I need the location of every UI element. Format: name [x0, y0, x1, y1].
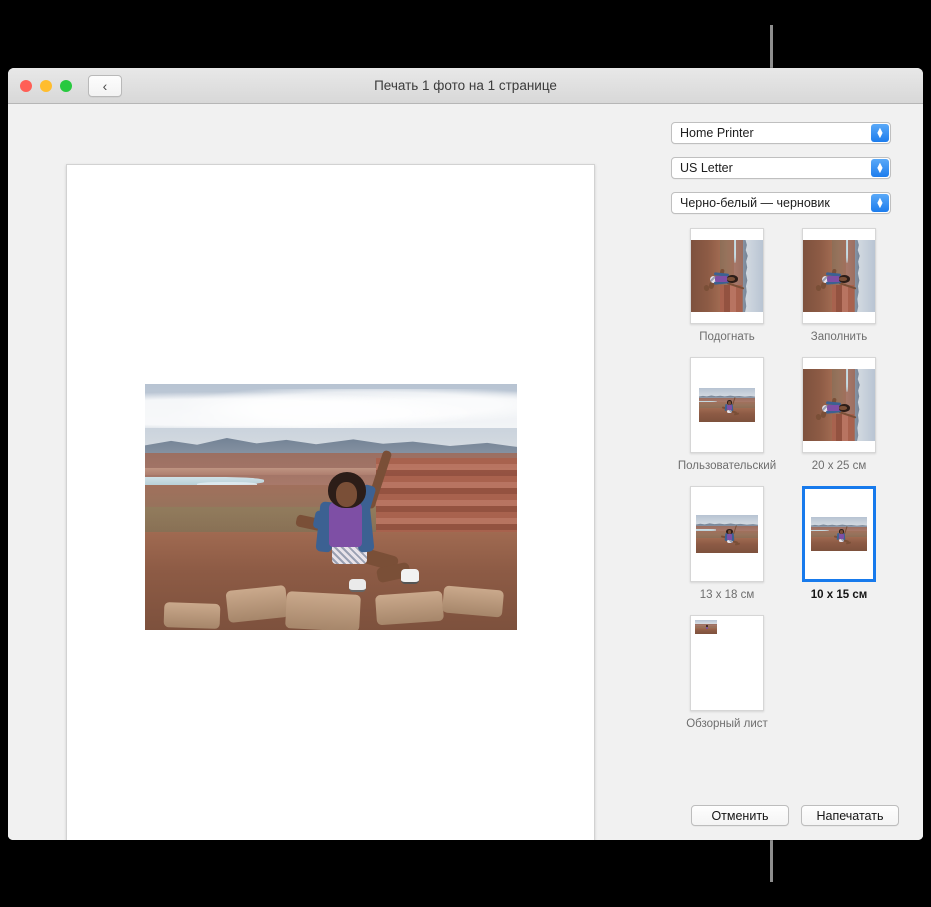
preview-page [66, 164, 595, 840]
print-options-sidebar: Home Printer ▲▼ US Letter ▲▼ Черно-белый… [653, 104, 923, 840]
preview-photo [144, 383, 518, 631]
layout-option-label: Обзорный лист [686, 718, 768, 730]
layout-thumbnail [802, 486, 876, 582]
paper-size-popup[interactable]: US Letter ▲▼ [671, 157, 891, 179]
layout-option-fill[interactable]: Заполнить [783, 228, 895, 343]
page-title: Печать 1 фото на 1 странице [8, 78, 923, 93]
print-dialog-window: ‹ Печать 1 фото на 1 странице [8, 68, 923, 840]
close-icon[interactable] [20, 80, 32, 92]
layout-option-label: Пользовательский [678, 460, 776, 472]
layout-option-label: 20 x 25 см [812, 460, 867, 472]
layout-option-label: 10 x 15 см [811, 589, 867, 601]
chevron-updown-icon[interactable]: ▲▼ [871, 194, 889, 212]
layout-option-custom[interactable]: Пользовательский [671, 357, 783, 472]
paper-size-popup-value: US Letter [680, 161, 733, 175]
print-button[interactable]: Напечатать [801, 805, 899, 826]
printer-popup[interactable]: Home Printer ▲▼ [671, 122, 891, 144]
cancel-button[interactable]: Отменить [691, 805, 789, 826]
layout-thumbnail [802, 228, 876, 324]
print-quality-popup[interactable]: Черно-белый — черновик ▲▼ [671, 192, 891, 214]
layout-thumbnail [690, 357, 764, 453]
zoom-icon[interactable] [60, 80, 72, 92]
layout-thumbnail [802, 357, 876, 453]
printer-popup-value: Home Printer [680, 126, 754, 140]
layout-option-10x15[interactable]: 10 x 15 см [783, 486, 895, 601]
chevron-left-icon: ‹ [103, 79, 108, 93]
dialog-body: Home Printer ▲▼ US Letter ▲▼ Черно-белый… [8, 104, 923, 840]
traffic-lights [20, 80, 72, 92]
print-preview-pane [8, 104, 653, 840]
window-titlebar: ‹ Печать 1 фото на 1 странице [8, 68, 923, 104]
person-figure [294, 438, 420, 605]
layout-option-contact-sheet[interactable]: Обзорный лист [671, 615, 783, 730]
chevron-updown-icon[interactable]: ▲▼ [871, 124, 889, 142]
layout-thumbnail [690, 228, 764, 324]
layout-option-label: Заполнить [811, 331, 867, 343]
layout-options-grid: Подогнать Заполнить Пользовательский [671, 228, 895, 744]
layout-option-20x25[interactable]: 20 x 25 см [783, 357, 895, 472]
screenshot-stage: ‹ Печать 1 фото на 1 странице [0, 0, 931, 907]
layout-option-label: 13 x 18 см [700, 589, 755, 601]
dialog-footer: Отменить Напечатать [653, 805, 923, 826]
canyon-photo [145, 384, 517, 630]
chevron-updown-icon[interactable]: ▲▼ [871, 159, 889, 177]
layout-option-13x18[interactable]: 13 x 18 см [671, 486, 783, 601]
layout-thumbnail [690, 615, 764, 711]
layout-thumbnail [690, 486, 764, 582]
print-quality-popup-value: Черно-белый — черновик [680, 196, 830, 210]
layout-option-fit[interactable]: Подогнать [671, 228, 783, 343]
layout-option-label: Подогнать [699, 331, 754, 343]
back-button[interactable]: ‹ [88, 75, 122, 97]
minimize-icon[interactable] [40, 80, 52, 92]
